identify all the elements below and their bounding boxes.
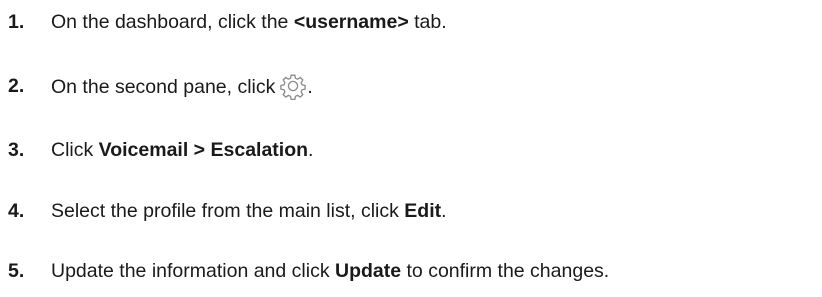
step-text-after: . <box>441 199 447 222</box>
step-1: 1. On the dashboard, click the <username… <box>0 4 447 40</box>
gear-icon <box>279 72 307 100</box>
step-5: 5. Update the information and click Upda… <box>0 253 609 289</box>
step-number: 4. <box>8 199 25 222</box>
step-text-emphasis: <username> <box>293 10 409 33</box>
step-text-before: Click <box>51 138 99 161</box>
step-text-before: On the dashboard, click the <box>51 10 294 33</box>
step-text-after: to confirm the changes. <box>401 259 610 282</box>
step-text: On the dashboard, click the <username> t… <box>32 11 447 34</box>
step-text-before: Select the profile from the main list, c… <box>51 199 405 222</box>
step-text-after: . <box>307 76 313 98</box>
step-text: Click Voicemail > Escalation. <box>32 139 313 162</box>
step-text-emphasis: Update <box>335 259 402 282</box>
step-3: 3. Click Voicemail > Escalation. <box>0 132 313 168</box>
step-text-emphasis: Edit <box>404 199 442 222</box>
instruction-steps: 1. On the dashboard, click the <username… <box>0 0 822 297</box>
step-number: 1. <box>8 10 25 33</box>
step-text-emphasis: Voicemail > Escalation <box>98 138 309 161</box>
step-number: 5. <box>8 259 25 282</box>
step-text: Select the profile from the main list, c… <box>32 200 447 223</box>
step-text-after: tab. <box>408 10 447 33</box>
step-number: 2. <box>8 74 25 97</box>
step-text-after: . <box>308 138 314 161</box>
step-number: 3. <box>8 138 25 161</box>
step-2: 2. On the second pane, click . <box>0 68 313 104</box>
step-4: 4. Select the profile from the main list… <box>0 193 447 229</box>
step-text-before: Update the information and click <box>51 259 335 282</box>
step-text: On the second pane, click . <box>32 72 313 100</box>
step-text-before: On the second pane, click <box>51 76 276 98</box>
step-text: Update the information and click Update … <box>32 260 609 283</box>
